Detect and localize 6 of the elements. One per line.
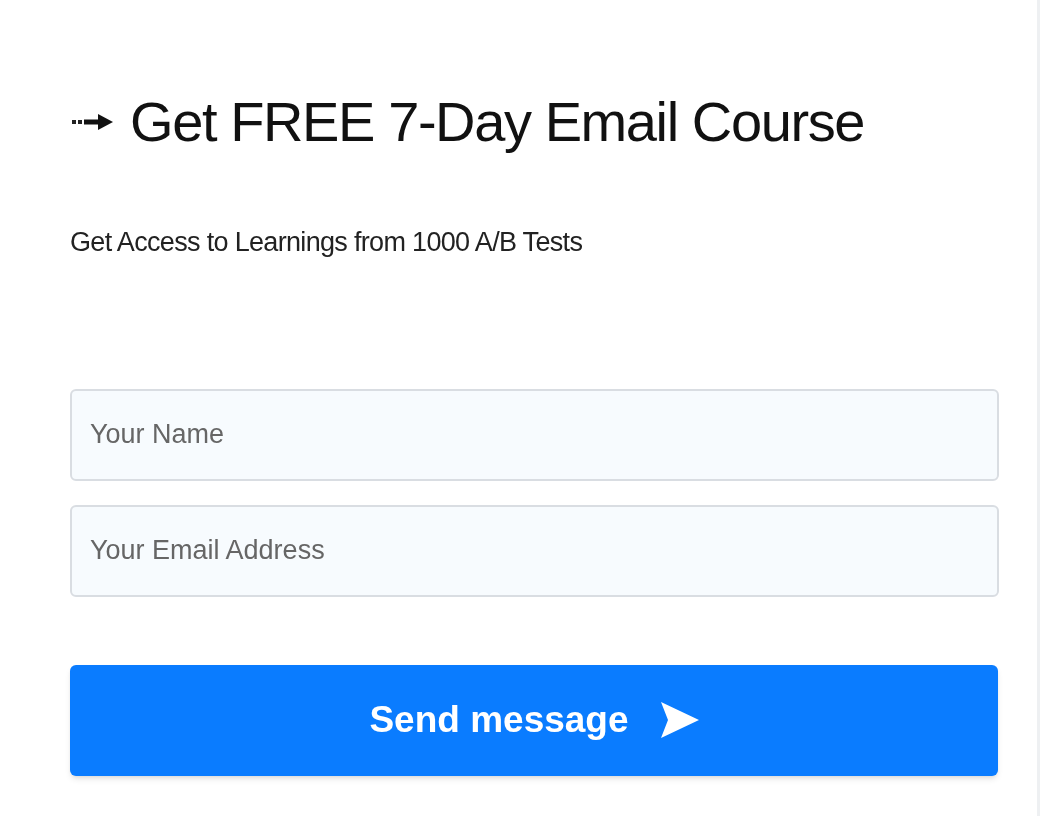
right-arrow-icon bbox=[70, 112, 114, 132]
text-field[interactable]: Your Name bbox=[70, 388, 999, 481]
send-icon bbox=[660, 702, 699, 738]
send-message-button[interactable]: Send message bbox=[70, 664, 998, 776]
subtitle: Get Access to Learnings from 1000 A/B Tests bbox=[70, 226, 584, 259]
text-field[interactable]: Your Email Address bbox=[70, 504, 999, 597]
